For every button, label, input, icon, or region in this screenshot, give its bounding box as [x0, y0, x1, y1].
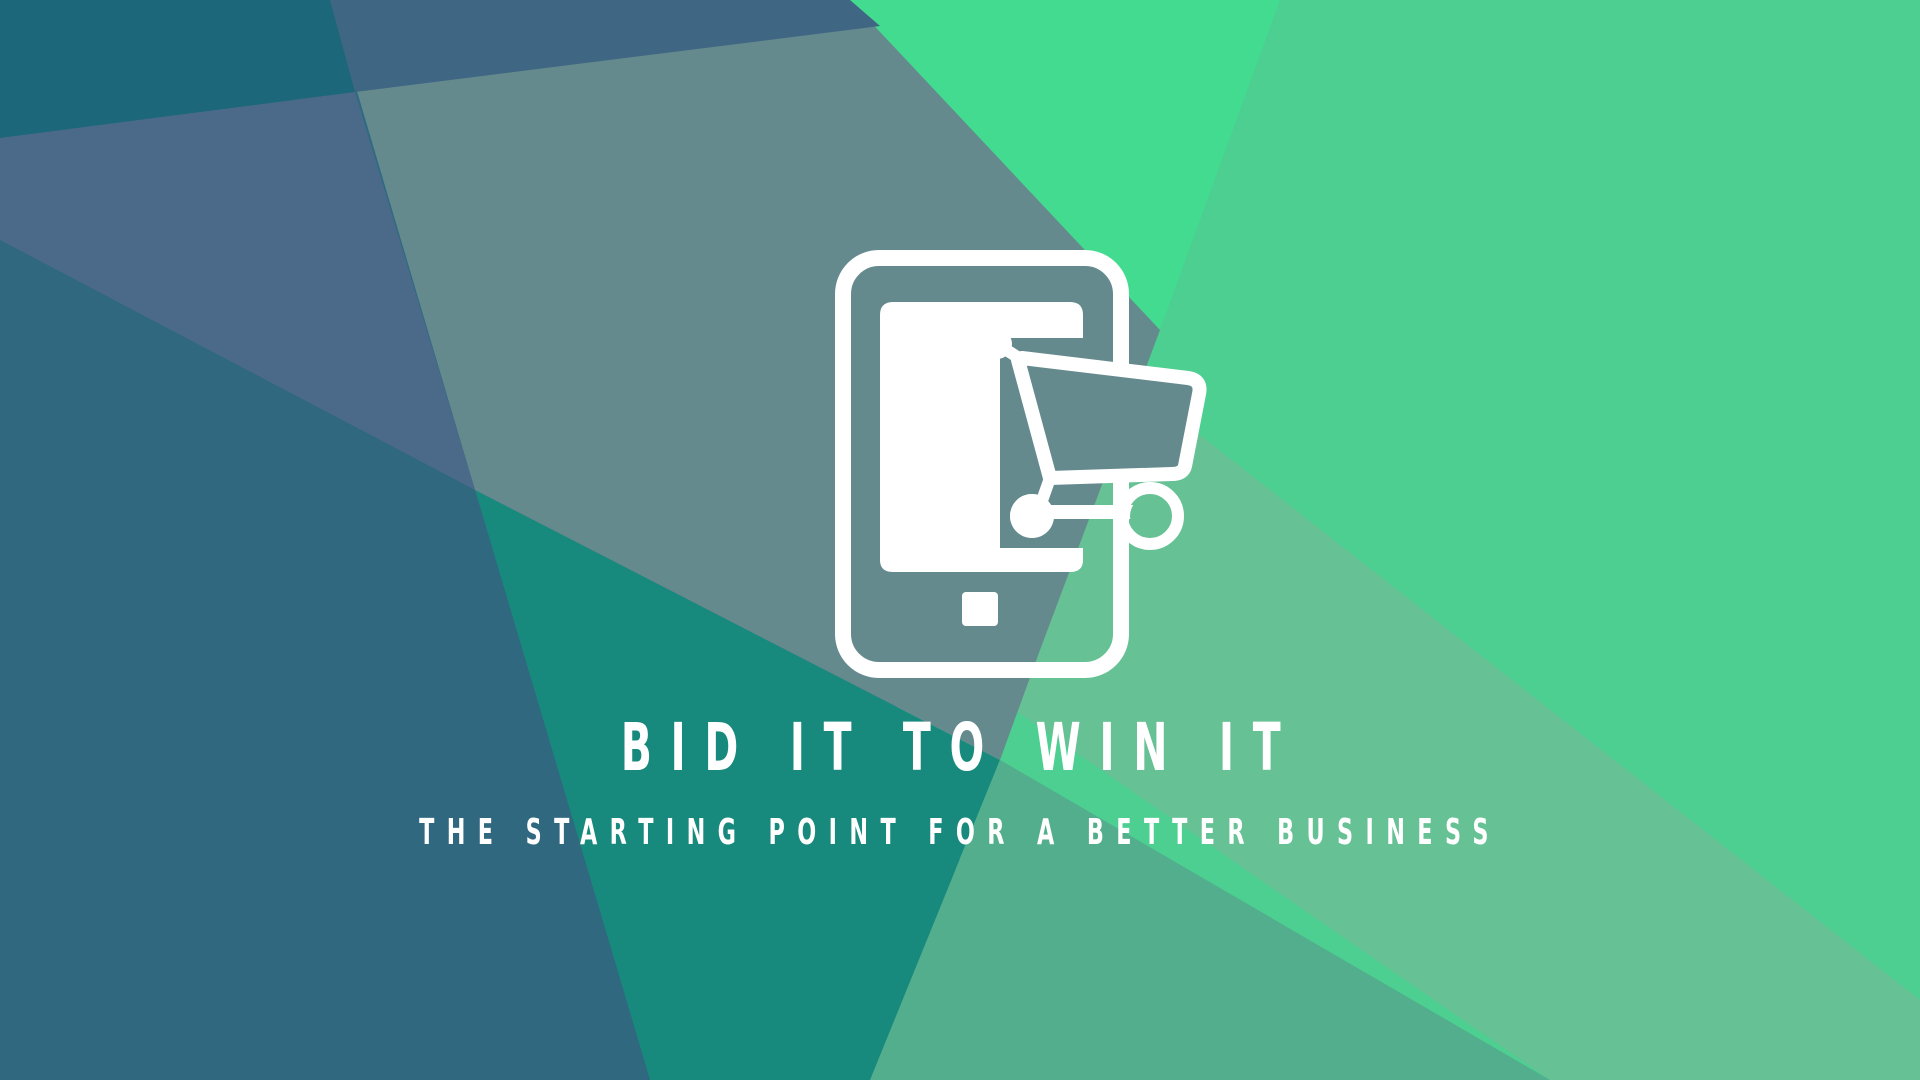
- brand-title: BID IT TO WIN IT: [620, 709, 1300, 786]
- mobile-shopping-cart-icon: [835, 250, 1207, 678]
- banner: BID IT TO WIN IT THE STARTING POINT FOR …: [0, 0, 1920, 1080]
- logo: [830, 246, 1230, 686]
- brand-tagline: THE STARTING POINT FOR A BETTER BUSINESS: [419, 812, 1501, 853]
